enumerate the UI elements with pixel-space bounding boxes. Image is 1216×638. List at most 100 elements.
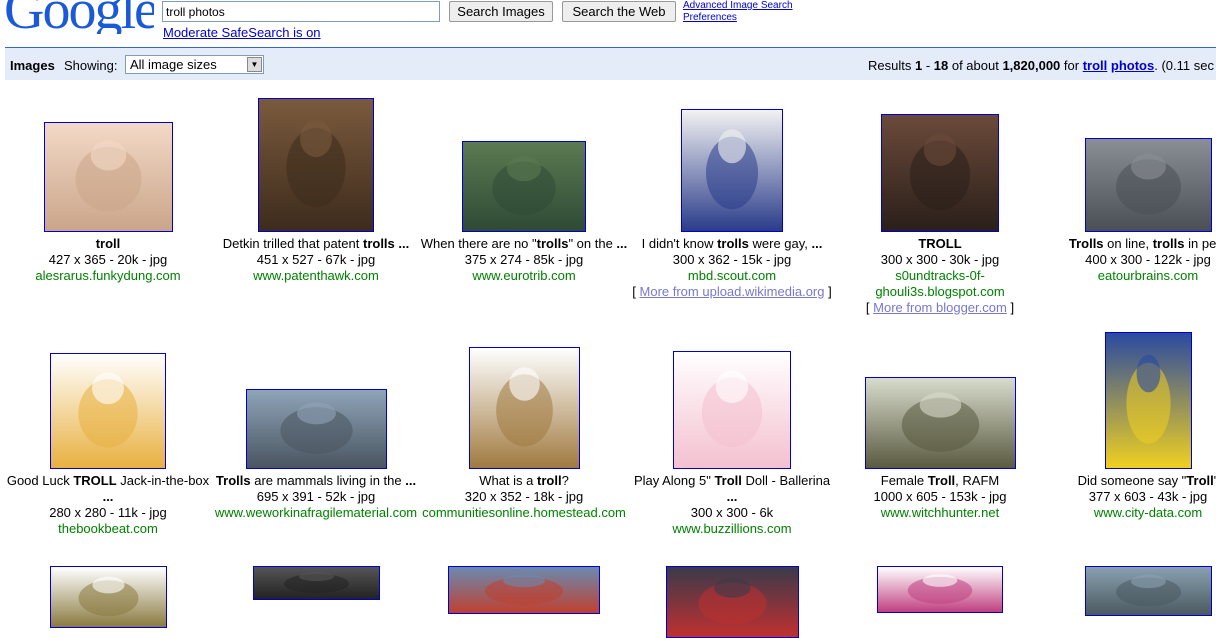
preferences-link[interactable]: Preferences bbox=[683, 12, 793, 24]
bracket: ] bbox=[824, 284, 832, 299]
results-total: 1,820,000 bbox=[1002, 58, 1061, 73]
result-caption-continued: ... bbox=[102, 489, 114, 504]
thumbnail-picture bbox=[1085, 139, 1211, 231]
image-thumbnail[interactable] bbox=[1084, 138, 1212, 232]
results-bar: Images Showing: All image sizes ▼ Result… bbox=[5, 47, 1216, 80]
result-caption[interactable]: When there are no "trolls" on the ... bbox=[419, 236, 629, 252]
image-result: When there are no "trolls" on the ... 375… bbox=[419, 141, 629, 284]
image-result: troll 427 x 365 - 20k - jpg alesrarus.funk… bbox=[3, 122, 213, 284]
search-input[interactable] bbox=[162, 1, 440, 22]
image-result bbox=[627, 566, 837, 638]
thumbnail-picture bbox=[50, 567, 166, 627]
google-logo[interactable]: Google bbox=[4, 0, 154, 34]
image-result bbox=[3, 566, 213, 628]
result-meta: 280 x 280 - 11k - jpg bbox=[49, 505, 167, 520]
image-result bbox=[419, 566, 629, 614]
image-result: What is a troll? 320 x 352 - 18k - jpg com… bbox=[419, 347, 629, 521]
safesearch-link[interactable]: Moderate SafeSearch is on bbox=[163, 25, 321, 40]
image-thumbnail[interactable] bbox=[252, 566, 380, 600]
result-site: www.buzzillions.com bbox=[672, 521, 792, 536]
result-meta: 695 x 391 - 52k - jpg bbox=[256, 489, 376, 504]
result-site: thebookbeat.com bbox=[58, 521, 158, 536]
result-site: www.weworkinafragilematerial.com bbox=[214, 505, 418, 520]
result-caption[interactable]: I didn't know trolls were gay, ... bbox=[627, 236, 837, 252]
more-from-link-wrapper: [ More from upload.wikimedia.org ] bbox=[627, 284, 837, 300]
result-meta: 400 x 300 - 122k - jpg bbox=[1085, 252, 1211, 267]
result-caption[interactable]: What is a troll? bbox=[419, 473, 629, 489]
result-site: www.witchhunter.net bbox=[880, 505, 1000, 520]
thumbnail-picture bbox=[1085, 567, 1211, 615]
result-caption[interactable]: Trolls are mammals living in the ... bbox=[211, 473, 421, 489]
image-thumbnail[interactable] bbox=[468, 347, 580, 469]
result-caption[interactable]: Trolls on line, trolls in pers bbox=[1043, 236, 1216, 252]
range-end: 18 bbox=[933, 58, 949, 73]
section-label: Images bbox=[10, 58, 55, 73]
result-meta: 375 x 274 - 85k - jpg bbox=[464, 252, 584, 267]
image-thumbnail[interactable] bbox=[43, 122, 173, 232]
dropdown-arrow-icon[interactable]: ▼ bbox=[247, 57, 262, 72]
image-thumbnail[interactable] bbox=[448, 566, 600, 614]
more-from-link[interactable]: More from upload.wikimedia.org bbox=[640, 284, 825, 299]
query-term-link[interactable]: troll bbox=[1083, 58, 1108, 73]
results-summary: Results 1 - 18 of about 1,820,000 for tr… bbox=[868, 58, 1214, 73]
image-thumbnail[interactable] bbox=[49, 566, 167, 628]
image-result: Trolls on line, trolls in pers400 x 300 … bbox=[1043, 138, 1216, 284]
result-meta: 320 x 352 - 18k - jpg bbox=[464, 489, 584, 504]
search-images-button[interactable]: Search Images bbox=[449, 1, 553, 22]
image-thumbnail[interactable] bbox=[1104, 332, 1192, 469]
image-thumbnail[interactable] bbox=[681, 109, 783, 232]
image-thumbnail[interactable] bbox=[258, 98, 374, 232]
result-meta: 300 x 300 - 6k bbox=[690, 505, 774, 520]
result-meta: 300 x 362 - 15k - jpg bbox=[672, 252, 792, 267]
image-result: Did someone say "Troll"377 x 603 - 43k -… bbox=[1043, 332, 1216, 521]
result-meta: 427 x 365 - 20k - jpg bbox=[48, 252, 168, 267]
thumbnail-picture bbox=[51, 354, 165, 468]
thumbnail-picture bbox=[246, 390, 386, 468]
image-thumbnail[interactable] bbox=[673, 351, 791, 469]
query-term-link[interactable]: photos bbox=[1111, 58, 1154, 73]
result-site: www.city-data.com bbox=[1093, 505, 1203, 520]
thumbnail-picture bbox=[878, 567, 1002, 612]
image-result: Trolls are mammals living in the ... 695 … bbox=[211, 389, 421, 521]
more-from-link-wrapper: [ More from blogger.com ] bbox=[835, 300, 1045, 316]
result-caption-continued: ... bbox=[726, 489, 738, 504]
thumbnail-picture bbox=[882, 115, 998, 231]
image-result: Detkin trilled that patent trolls ... 451… bbox=[211, 98, 421, 284]
result-caption[interactable]: Did someone say "Troll" bbox=[1043, 473, 1216, 489]
more-from-link[interactable]: More from blogger.com bbox=[873, 300, 1007, 315]
image-thumbnail[interactable] bbox=[1084, 566, 1212, 616]
range-separator: - bbox=[922, 58, 934, 73]
result-caption[interactable]: Good Luck TROLL Jack-in-the-box bbox=[3, 473, 213, 489]
image-result: TROLL 300 x 300 - 30k - jpg s0undtracks-0f… bbox=[835, 114, 1045, 316]
image-size-value: All image sizes bbox=[130, 57, 217, 72]
image-thumbnail[interactable] bbox=[245, 389, 387, 469]
thumbnail-picture bbox=[865, 378, 1015, 468]
image-size-select[interactable]: All image sizes ▼ bbox=[125, 55, 264, 74]
bracket: ] bbox=[1006, 300, 1015, 315]
of-about-label: of about bbox=[948, 58, 1003, 73]
image-thumbnail[interactable] bbox=[665, 566, 799, 638]
result-caption[interactable]: troll bbox=[3, 236, 213, 252]
result-caption[interactable]: Detkin trilled that patent trolls ... bbox=[211, 236, 421, 252]
result-meta: 451 x 527 - 67k - jpg bbox=[256, 252, 376, 267]
result-site-continued: ghouli3s.blogspot.com bbox=[875, 284, 1005, 299]
image-thumbnail[interactable] bbox=[881, 114, 999, 232]
thumbnail-picture bbox=[682, 110, 782, 231]
result-caption[interactable]: Female Troll, RAFM bbox=[835, 473, 1045, 489]
image-thumbnail[interactable] bbox=[50, 353, 166, 469]
result-caption[interactable]: TROLL bbox=[835, 236, 1045, 252]
showing-label: Showing: bbox=[64, 58, 118, 73]
thumbnail-picture bbox=[469, 348, 579, 468]
image-result bbox=[835, 566, 1045, 613]
result-caption[interactable]: Play Along 5" Troll Doll - Ballerina bbox=[627, 473, 837, 489]
search-web-button[interactable]: Search the Web bbox=[562, 1, 676, 22]
thumbnail-picture bbox=[666, 567, 798, 637]
image-thumbnail[interactable] bbox=[462, 141, 586, 232]
image-thumbnail[interactable] bbox=[877, 566, 1003, 613]
image-result: Female Troll, RAFM 1000 x 605 - 153k - jp… bbox=[835, 377, 1045, 521]
image-thumbnail[interactable] bbox=[864, 377, 1016, 469]
image-result: I didn't know trolls were gay, ... 300 x … bbox=[627, 109, 837, 300]
result-site: s0undtracks-0f- bbox=[895, 268, 985, 283]
advanced-search-link[interactable]: Advanced Image Search bbox=[683, 0, 793, 12]
result-site: eatourbrains.com bbox=[1097, 268, 1199, 283]
